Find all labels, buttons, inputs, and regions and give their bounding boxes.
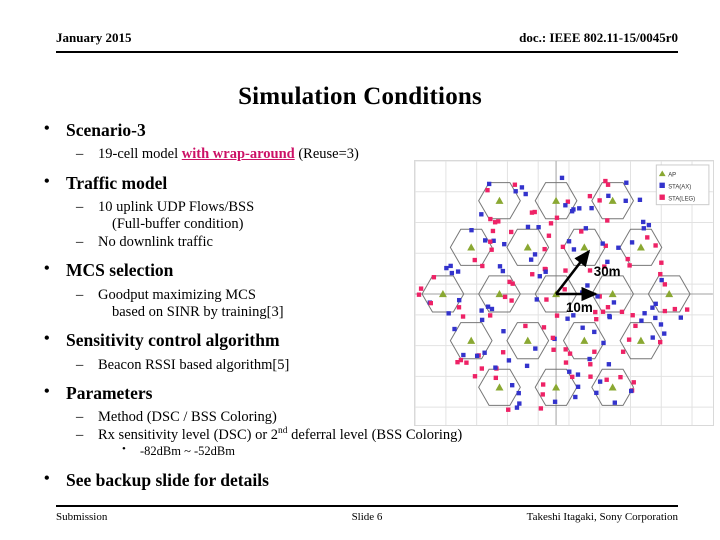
- parameters-sub2-a: Rx sensitivity level (DSC) or 2: [98, 426, 279, 443]
- legend-item-label: STA(LEG): [668, 196, 695, 202]
- header-date: January 2015: [56, 30, 132, 45]
- bullet-scenario: Scenario-3: [36, 119, 676, 141]
- bullet-parameters-sub2: Rx sensitivity level (DSC) or 2nd deferr…: [36, 426, 676, 444]
- arrow-10m-label: 10m: [566, 300, 593, 315]
- scenario-sub-highlight: with wrap-around: [181, 146, 295, 163]
- page-title: Simulation Conditions: [238, 83, 482, 110]
- figure-legend: AP STA(AX) STA(LEG): [655, 164, 710, 206]
- header-divider: [56, 51, 678, 53]
- header-doc-id: doc.: IEEE 802.11-15/0045r0: [519, 30, 678, 45]
- cell-layout-svg: 30m 10m AP STA(AX) STA(LEG): [415, 161, 713, 425]
- bullet-backup: See backup slide for details: [36, 469, 676, 491]
- bullet-parameters-sub3: -82dBm ~ -52dBm: [36, 443, 676, 459]
- arrow-30m: [555, 249, 591, 295]
- slide-footer: Submission Slide 6 Takeshi Itagaki, Sony…: [56, 511, 678, 527]
- figure-distance-arrows: 30m 10m: [555, 249, 621, 315]
- footer-author: Takeshi Itagaki, Sony Corporation: [526, 511, 678, 523]
- slide-header: January 2015 doc.: IEEE 802.11-15/0045r0: [56, 30, 678, 52]
- scenario-sub-suffix: (Reuse=3): [294, 146, 359, 163]
- legend-item-label: AP: [668, 172, 676, 178]
- cell-layout-figure: 30m 10m AP STA(AX) STA(LEG): [414, 160, 714, 426]
- arrow-30m-label: 30m: [594, 264, 621, 279]
- scenario-sub-prefix: 19-cell model: [98, 146, 182, 163]
- legend-item-label: STA(AX): [668, 184, 691, 190]
- footer-divider: [56, 505, 678, 507]
- slide-canvas: January 2015 doc.: IEEE 802.11-15/0045r0…: [0, 0, 720, 540]
- parameters-sub2-b: deferral level (BSS Coloring): [287, 426, 463, 443]
